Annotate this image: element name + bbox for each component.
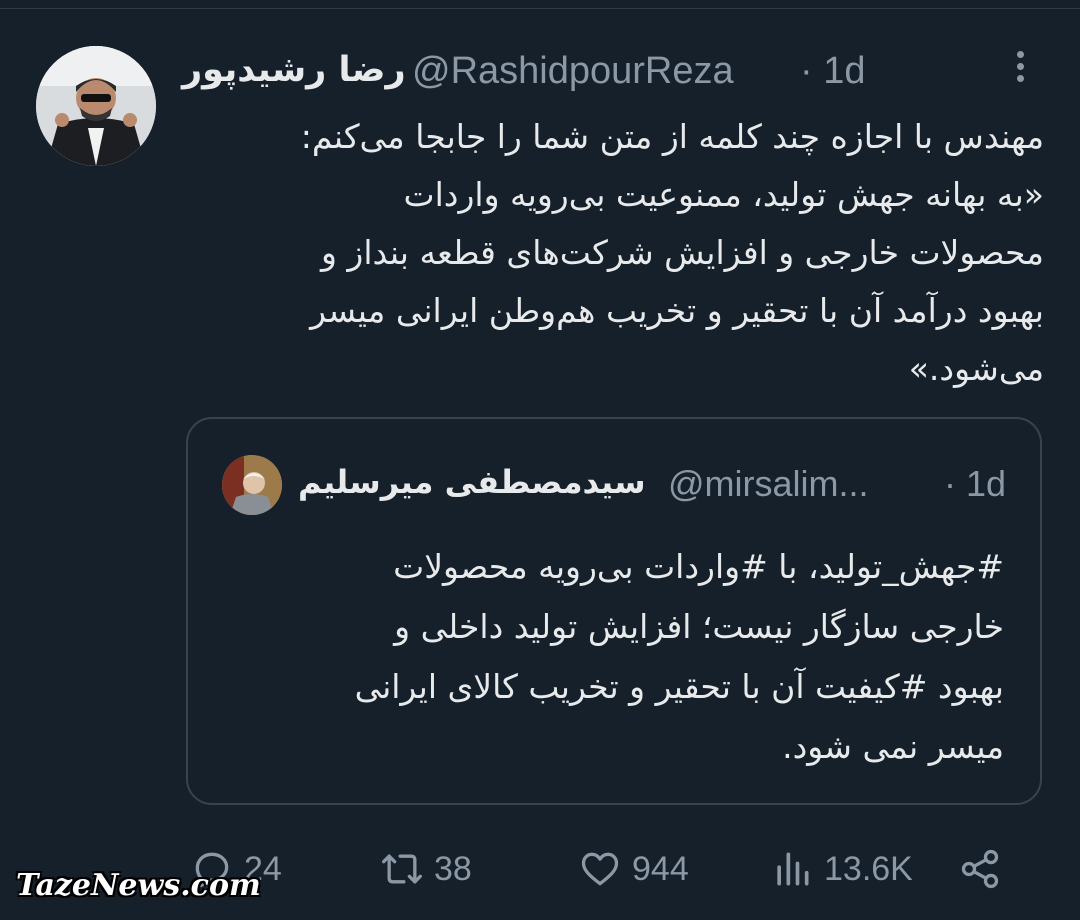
tweet-text: مهندس با اجازه چند کلمه از متن شما را جا… <box>300 117 1044 388</box>
author-handle[interactable]: @RashidpourReza <box>412 50 734 93</box>
quoted-author-handle[interactable]: @mirsalim... <box>668 463 869 505</box>
quoted-tweet[interactable]: سیدمصطفی میرسلیم @mirsalim... · 1d #جهش_… <box>186 417 1042 805</box>
share-icon <box>961 849 999 889</box>
quoted-author-avatar[interactable] <box>222 455 282 515</box>
watermark-logo: TazeNews.com <box>16 868 261 903</box>
views-count: 13.6K <box>824 849 913 888</box>
like-count: 944 <box>632 849 689 888</box>
heart-icon <box>581 852 619 886</box>
quoted-tweet-text: #جهش_تولید، با #واردات بی‌رویه محصولات خ… <box>354 547 1004 766</box>
more-options-button[interactable] <box>1002 46 1038 90</box>
views-icon <box>777 852 809 886</box>
retweet-count: 38 <box>434 849 472 888</box>
author-avatar[interactable] <box>36 46 156 166</box>
quoted-author-display-name[interactable]: سیدمصطفی میرسلیم <box>298 463 646 501</box>
like-button[interactable]: 944 <box>578 846 689 892</box>
quoted-tweet-time[interactable]: · 1d <box>944 463 1006 505</box>
share-button[interactable] <box>958 846 1012 892</box>
views-button[interactable]: 13.6K <box>770 846 913 892</box>
retweet-button[interactable]: 38 <box>380 846 472 892</box>
retweet-icon <box>382 854 422 884</box>
author-display-name[interactable]: رضا رشیدپور <box>182 50 406 90</box>
tweet-time[interactable]: · 1d <box>800 50 865 93</box>
top-divider <box>0 8 1080 9</box>
more-vertical-icon <box>1016 51 1024 58</box>
